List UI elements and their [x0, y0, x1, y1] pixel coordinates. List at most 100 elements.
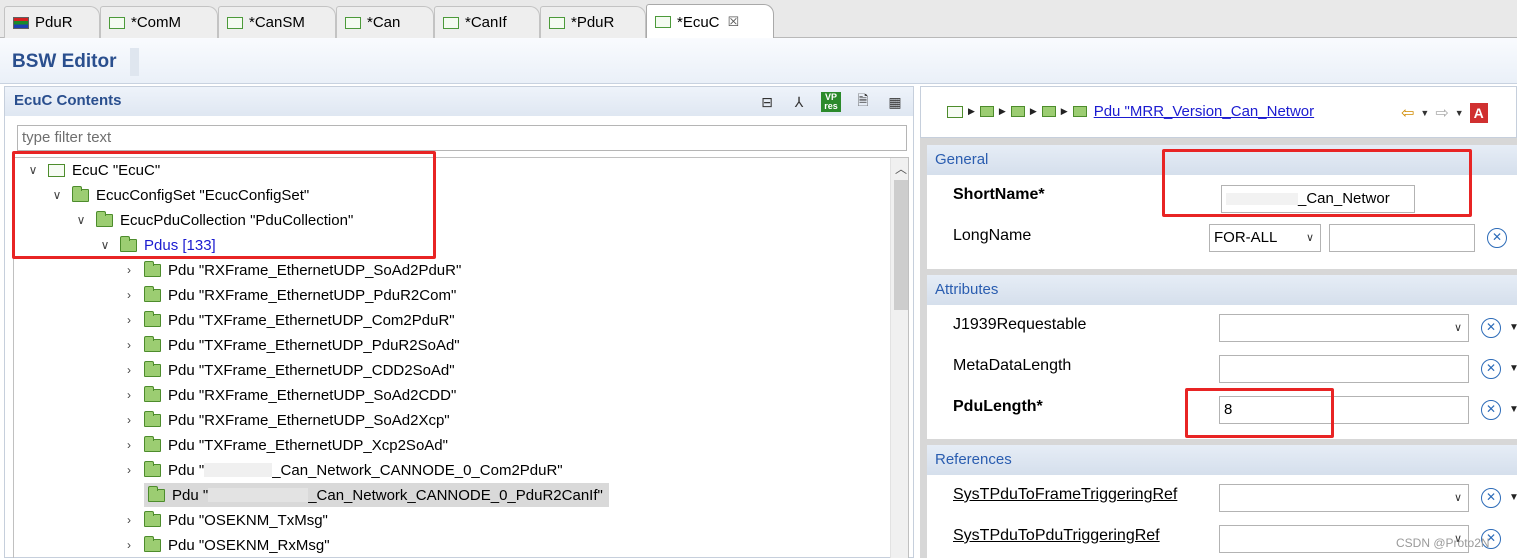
forward-arrow-icon[interactable]: ⇨: [1435, 103, 1448, 123]
longname-lang-select[interactable]: FOR-ALL ∨: [1209, 224, 1321, 252]
tree-item-pdu[interactable]: › Pdu "RXFrame_EthernetUDP_SoAd2PduR": [122, 258, 461, 282]
chevron-down-icon[interactable]: ▼: [1509, 404, 1517, 415]
hierarchy-icon[interactable]: ⅄: [789, 92, 809, 112]
tree-item-pdu[interactable]: › Pdu " _Can_Network_CANNODE_0_Com2PduR": [122, 458, 563, 482]
panel-header: EcuC Contents ⊟ ⅄ VP res 🗎 ▦: [5, 87, 913, 116]
folder-icon: [144, 285, 161, 302]
collapse-all-icon[interactable]: ⊟: [757, 92, 777, 112]
chevron-down-icon[interactable]: ∨: [74, 213, 88, 227]
chevron-right-icon[interactable]: ›: [122, 513, 136, 527]
section-header-general[interactable]: General: [927, 145, 1517, 175]
tree-item-ecucconfigset[interactable]: ∨ EcucConfigSet "EcucConfigSet": [50, 183, 309, 207]
module-icon[interactable]: [947, 105, 963, 118]
chevron-right-icon[interactable]: ›: [122, 413, 136, 427]
back-arrow-icon[interactable]: ⇦: [1401, 103, 1414, 123]
tree-item-pdu[interactable]: › Pdu "RXFrame_EthernetUDP_SoAd2Xcp": [122, 408, 450, 432]
breadcrumb-link[interactable]: Pdu "MRR_Version_Can_Networ: [1094, 103, 1314, 120]
folder-icon[interactable]: [1041, 106, 1056, 117]
tree-item-pdu[interactable]: › Pdu "OSEKNM_RxMsg": [122, 533, 330, 557]
j1939-select[interactable]: ∨: [1219, 314, 1469, 342]
chevron-right-icon[interactable]: ›: [122, 463, 136, 477]
chevron-right-icon[interactable]: ›: [122, 538, 136, 552]
chevron-down-icon[interactable]: ▼: [1455, 108, 1464, 118]
tab-canif[interactable]: *CanIf: [434, 6, 540, 38]
tree-item-pducollection[interactable]: ∨ EcucPduCollection "PduCollection": [74, 208, 353, 232]
scroll-thumb[interactable]: [894, 180, 908, 310]
editor-tab-bar: PduR *ComM *CanSM *Can *CanIf *PduR *Ecu…: [0, 0, 1517, 39]
chevron-right-icon[interactable]: ›: [122, 438, 136, 452]
module-app-icon: [13, 16, 29, 29]
tree-item-pdu[interactable]: › Pdu "TXFrame_EthernetUDP_Xcp2SoAd": [122, 433, 448, 457]
chevron-right-icon[interactable]: ›: [122, 388, 136, 402]
grid-layout-icon[interactable]: ▦: [885, 92, 905, 112]
tree-item-pdu[interactable]: › Pdu "TXFrame_EthernetUDP_Com2PduR": [122, 308, 455, 332]
section-header-attributes[interactable]: Attributes: [927, 275, 1517, 305]
sys-tpdu-to-pdu-triggering-ref-label[interactable]: SysTPduToPduTriggeringRef: [953, 527, 1160, 545]
sys-tpdu-to-frame-triggering-ref-select[interactable]: ∨: [1219, 484, 1469, 512]
folder-icon: [144, 360, 161, 377]
module-icon: [655, 16, 671, 28]
tab-pdur[interactable]: *PduR: [540, 6, 646, 38]
clear-value-icon[interactable]: ✕: [1481, 359, 1501, 379]
clear-value-icon[interactable]: ✕: [1481, 400, 1501, 420]
tab-comm[interactable]: *ComM: [100, 6, 218, 38]
vp-res-icon[interactable]: VP res: [821, 92, 841, 112]
pdulength-input[interactable]: 8: [1219, 396, 1469, 424]
scroll-up-icon[interactable]: ︿: [891, 160, 908, 178]
tab-can[interactable]: *Can: [336, 6, 434, 38]
breadcrumb: ▶ ▶ ▶ ▶ Pdu "MRR_Version_Can_Networ: [947, 103, 1314, 120]
tree-item-pdus[interactable]: ∨ Pdus [133]: [98, 233, 216, 257]
module-icon: [345, 16, 361, 29]
folder-icon[interactable]: [979, 106, 994, 117]
filter-input[interactable]: type filter text: [17, 125, 907, 151]
tab-ecuc[interactable]: *EcuC ☒: [646, 4, 774, 39]
chevron-down-icon[interactable]: ▼: [1509, 492, 1517, 503]
folder-icon[interactable]: [1072, 106, 1087, 117]
redacted-block: [204, 463, 273, 477]
tab-label: PduR: [35, 14, 73, 31]
chevron-down-icon[interactable]: ∨: [50, 188, 64, 202]
chevron-right-icon[interactable]: ›: [122, 263, 136, 277]
chevron-right-icon[interactable]: ›: [122, 288, 136, 302]
clear-value-icon[interactable]: ✕: [1481, 488, 1501, 508]
tree-item-pdu[interactable]: › Pdu "TXFrame_EthernetUDP_PduR2SoAd": [122, 333, 460, 357]
sys-tpdu-to-frame-triggering-ref-label[interactable]: SysTPduToFrameTriggeringRef: [953, 486, 1177, 504]
metadatalength-input[interactable]: [1219, 355, 1469, 383]
longname-row: LongName FOR-ALL ∨ ✕: [927, 216, 1517, 257]
clear-value-icon[interactable]: ✕: [1481, 318, 1501, 338]
j1939-row: J1939Requestable ∨ ✕ ▼: [927, 305, 1517, 346]
j1939-label: J1939Requestable: [953, 316, 1087, 333]
tree-item-pdu-selected[interactable]: Pdu " _Can_Network_CANNODE_0_PduR2CanIf": [144, 483, 609, 507]
shortname-field[interactable]: _Can_Networ: [1221, 185, 1415, 213]
chevron-right-icon[interactable]: ›: [122, 313, 136, 327]
tree-item-pdu[interactable]: › Pdu "OSEKNM_TxMsg": [122, 508, 328, 532]
close-icon[interactable]: ☒: [728, 14, 740, 30]
chevron-down-icon[interactable]: ▼: [1420, 108, 1429, 118]
longname-label: LongName: [953, 227, 1032, 244]
a-action-icon[interactable]: A: [1469, 103, 1488, 123]
section-header-references[interactable]: References: [927, 445, 1517, 475]
redacted-block: [1226, 193, 1298, 206]
breadcrumb-arrow-icon: ▶: [998, 106, 1006, 116]
breadcrumb-arrow-icon: ▶: [968, 106, 975, 116]
tree-item-pdu[interactable]: › Pdu "RXFrame_EthernetUDP_PduR2Com": [122, 283, 456, 307]
document-icon[interactable]: 🗎: [853, 92, 873, 112]
chevron-down-icon[interactable]: ▼: [1509, 363, 1517, 374]
longname-input[interactable]: [1329, 224, 1475, 252]
pdulength-label: PduLength*: [953, 398, 1043, 415]
chevron-down-icon[interactable]: ∨: [98, 238, 112, 252]
chevron-right-icon[interactable]: ›: [122, 338, 136, 352]
tree-item-pdu[interactable]: › Pdu "TXFrame_EthernetUDP_CDD2SoAd": [122, 358, 455, 382]
clear-value-icon[interactable]: ✕: [1487, 228, 1507, 248]
tree-scrollbar[interactable]: ︿: [890, 158, 908, 558]
tree-item-pdu[interactable]: › Pdu "RXFrame_EthernetUDP_SoAd2CDD": [122, 383, 456, 407]
panel-title: EcuC Contents: [14, 92, 122, 109]
folder-icon[interactable]: [1010, 106, 1025, 117]
chevron-right-icon[interactable]: ›: [122, 363, 136, 377]
tree-item-ecuc[interactable]: ∨ EcuC "EcuC": [26, 158, 161, 182]
ref1-row: SysTPduToFrameTriggeringRef ∨ ✕ ▼: [927, 475, 1517, 516]
chevron-down-icon[interactable]: ∨: [26, 163, 40, 177]
tab-pdur-app[interactable]: PduR: [4, 6, 100, 38]
tab-cansm[interactable]: *CanSM: [218, 6, 336, 38]
chevron-down-icon[interactable]: ▼: [1509, 322, 1517, 333]
